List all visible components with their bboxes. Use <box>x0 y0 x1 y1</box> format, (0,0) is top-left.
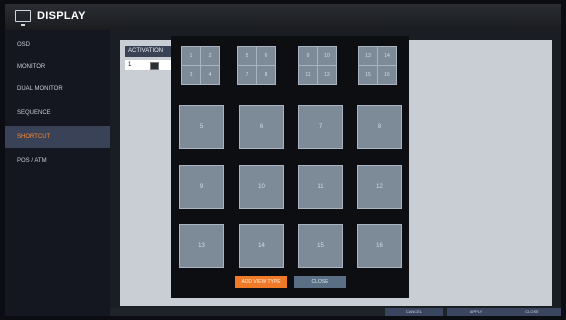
view-type-quad-1[interactable]: 1 2 3 4 <box>181 46 220 85</box>
cancel-button[interactable]: CANCEL <box>385 308 443 316</box>
view-type-quad-3[interactable]: 9 10 11 12 <box>298 46 337 85</box>
quad-cell: 5 <box>238 47 256 65</box>
view-type-single-14[interactable]: 14 <box>239 224 284 268</box>
quad-cell: 8 <box>257 66 275 84</box>
quad-cell: 11 <box>299 66 317 84</box>
quad-cell: 6 <box>257 47 275 65</box>
view-type-quad-2[interactable]: 5 6 7 8 <box>237 46 276 85</box>
quad-cell: 15 <box>359 66 377 84</box>
quad-cell: 7 <box>238 66 256 84</box>
sidebar: OSD MONITOR DUAL MONITOR SEQUENCE SHORTC… <box>5 30 110 316</box>
quad-cell: 16 <box>378 66 396 84</box>
window-title: DISPLAY <box>37 10 86 22</box>
view-type-single-6[interactable]: 6 <box>239 105 284 149</box>
add-view-type-button[interactable]: ADD VIEW TYPE <box>235 276 287 288</box>
view-type-single-11[interactable]: 11 <box>298 165 343 209</box>
view-type-single-5[interactable]: 5 <box>179 105 224 149</box>
quad-cell: 2 <box>201 47 219 65</box>
view-type-single-13[interactable]: 13 <box>179 224 224 268</box>
view-type-single-8[interactable]: 8 <box>357 105 402 149</box>
quad-cell: 1 <box>182 47 200 65</box>
title-bar: DISPLAY <box>5 4 561 30</box>
view-type-single-9[interactable]: 9 <box>179 165 224 209</box>
quad-cell: 13 <box>359 47 377 65</box>
sidebar-item-dual-monitor[interactable]: DUAL MONITOR <box>5 78 110 100</box>
popup-close-button[interactable]: CLOSE <box>294 276 346 288</box>
sidebar-item-pos-atm[interactable]: POS / ATM <box>5 150 110 172</box>
quad-cell: 12 <box>318 66 336 84</box>
sidebar-item-monitor[interactable]: MONITOR <box>5 56 110 78</box>
activation-column-header: ACTIVATION <box>125 46 173 57</box>
quad-cell: 14 <box>378 47 396 65</box>
view-type-single-7[interactable]: 7 <box>298 105 343 149</box>
sidebar-item-osd[interactable]: OSD <box>5 34 110 56</box>
activation-row-number: 1 <box>128 62 132 68</box>
close-button[interactable]: CLOSE <box>503 308 561 316</box>
view-type-quad-4[interactable]: 13 14 15 16 <box>358 46 397 85</box>
quad-cell: 3 <box>182 66 200 84</box>
view-type-single-16[interactable]: 16 <box>357 224 402 268</box>
apply-button[interactable]: APPLY <box>447 308 505 316</box>
view-type-single-10[interactable]: 10 <box>239 165 284 209</box>
quad-cell: 10 <box>318 47 336 65</box>
quad-cell: 4 <box>201 66 219 84</box>
sidebar-item-sequence[interactable]: SEQUENCE <box>5 102 110 124</box>
view-type-single-12[interactable]: 12 <box>357 165 402 209</box>
view-type-single-15[interactable]: 15 <box>298 224 343 268</box>
monitor-icon <box>15 10 31 26</box>
quad-cell: 9 <box>299 47 317 65</box>
activation-row[interactable]: 1 <box>125 60 173 70</box>
sidebar-item-shortcut[interactable]: SHORTCUT <box>5 126 110 148</box>
activation-checkbox[interactable] <box>150 62 159 70</box>
